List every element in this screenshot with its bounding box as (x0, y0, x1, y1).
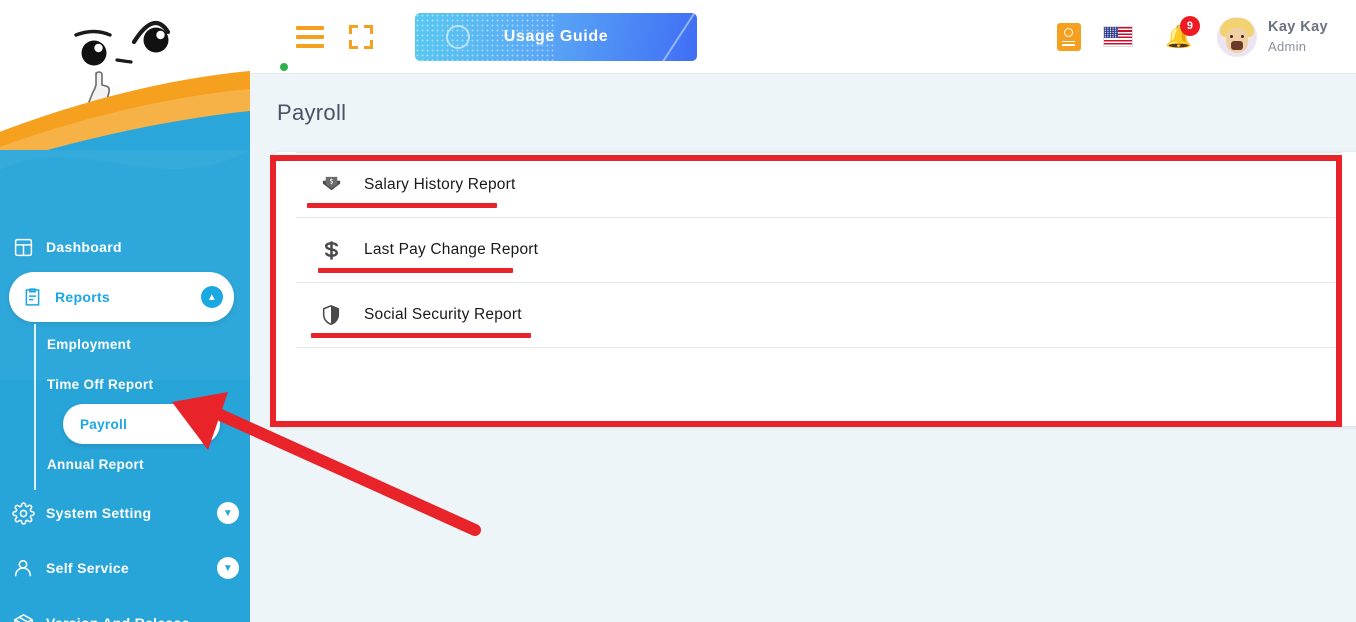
report-row-social-security[interactable]: Social Security Report (296, 282, 1342, 347)
sidebar-subitem-annual-report[interactable]: Annual Report (0, 444, 250, 484)
box-icon (0, 612, 46, 622)
chevron-down-icon[interactable]: ▼ (206, 502, 250, 524)
sidebar-subitem-employment[interactable]: Employment (0, 324, 250, 364)
sidebar: Powered by Optimistic Dashboard (0, 0, 250, 622)
usage-guide-label: Usage Guide (504, 28, 608, 46)
annotation-underline (311, 333, 531, 338)
chevron-down-icon[interactable]: ▼ (206, 557, 250, 579)
shield-icon (319, 302, 343, 328)
report-row-salary-history[interactable]: $ Salary History Report (296, 152, 1342, 217)
sidebar-item-system-setting[interactable]: System Setting ▼ (0, 488, 250, 538)
sidebar-subitem-label: Employment (47, 337, 131, 352)
sidebar-item-reports[interactable]: Reports ▲ (9, 272, 234, 322)
user-name: Kay Kay (1268, 19, 1328, 35)
sidebar-item-label: Version And Release (46, 615, 206, 622)
us-flag-icon[interactable] (1103, 26, 1133, 47)
sidebar-subitem-label: Annual Report (47, 457, 144, 472)
sidebar-subitem-label: Payroll (80, 417, 127, 432)
sidebar-item-dashboard[interactable]: Dashboard (0, 222, 250, 272)
app-root: Powered by Optimistic Dashboard (0, 0, 1356, 622)
dollar-sign-icon (319, 237, 343, 263)
sidebar-nav: Dashboard Reports ▲ (0, 222, 250, 622)
annotation-underline (318, 268, 513, 273)
page-title: Payroll (277, 100, 346, 126)
sidebar-item-label: Dashboard (46, 239, 206, 255)
main-content: Payroll $ Salary History Report (250, 74, 1356, 622)
usage-guide-ring-icon (446, 25, 470, 49)
hamburger-icon[interactable] (296, 26, 324, 48)
sidebar-item-version-and-release[interactable]: Version And Release (0, 598, 250, 622)
brand-wave-decoration (0, 40, 250, 150)
brand-area: Powered by Optimistic (0, 0, 250, 150)
reports-card: $ Salary History Report Last Pay Change … (274, 152, 1356, 426)
user-text: Kay Kay Admin (1268, 19, 1328, 54)
sidebar-subnav: Employment Time Off Report Payroll Annua… (0, 324, 250, 484)
sidebar-item-label: System Setting (46, 505, 206, 521)
user-profile[interactable]: Kay Kay Admin (1217, 17, 1328, 57)
status-online-dot (279, 62, 289, 72)
svg-text:$: $ (329, 177, 333, 185)
dashboard-icon (0, 237, 46, 258)
gear-icon (0, 502, 46, 525)
sidebar-item-label: Reports (55, 289, 190, 305)
chevron-up-icon[interactable]: ▲ (190, 286, 234, 308)
sidebar-subitem-label: Time Off Report (47, 377, 153, 392)
sidebar-subitem-payroll[interactable]: Payroll (63, 404, 220, 444)
report-label: Last Pay Change Report (364, 241, 538, 259)
sidebar-subitem-time-off-report[interactable]: Time Off Report (0, 364, 250, 404)
annotation-underline (307, 203, 497, 208)
reports-icon (9, 286, 55, 308)
notifications-button[interactable]: 🔔 9 (1165, 22, 1189, 52)
notification-badge: 9 (1180, 16, 1200, 36)
report-row-last-pay-change[interactable]: Last Pay Change Report (296, 217, 1342, 282)
card-footer (296, 347, 1342, 393)
sidebar-item-label: Self Service (46, 560, 206, 576)
avatar (1217, 17, 1257, 57)
fullscreen-icon[interactable] (349, 25, 373, 49)
report-label: Social Security Report (364, 306, 522, 324)
user-icon (0, 557, 46, 579)
money-envelope-icon: $ (319, 172, 343, 198)
top-header: Usage Guide 🔔 9 Kay Kay Adm (250, 0, 1356, 74)
sidebar-item-self-service[interactable]: Self Service ▼ (0, 543, 250, 593)
user-role: Admin (1268, 39, 1328, 54)
report-label: Salary History Report (364, 176, 516, 194)
header-actions: 🔔 9 Kay Kay Admin (1057, 17, 1328, 57)
usage-guide-slash (647, 13, 697, 61)
usage-guide-button[interactable]: Usage Guide (415, 13, 697, 61)
task-list-icon[interactable] (1057, 23, 1081, 51)
